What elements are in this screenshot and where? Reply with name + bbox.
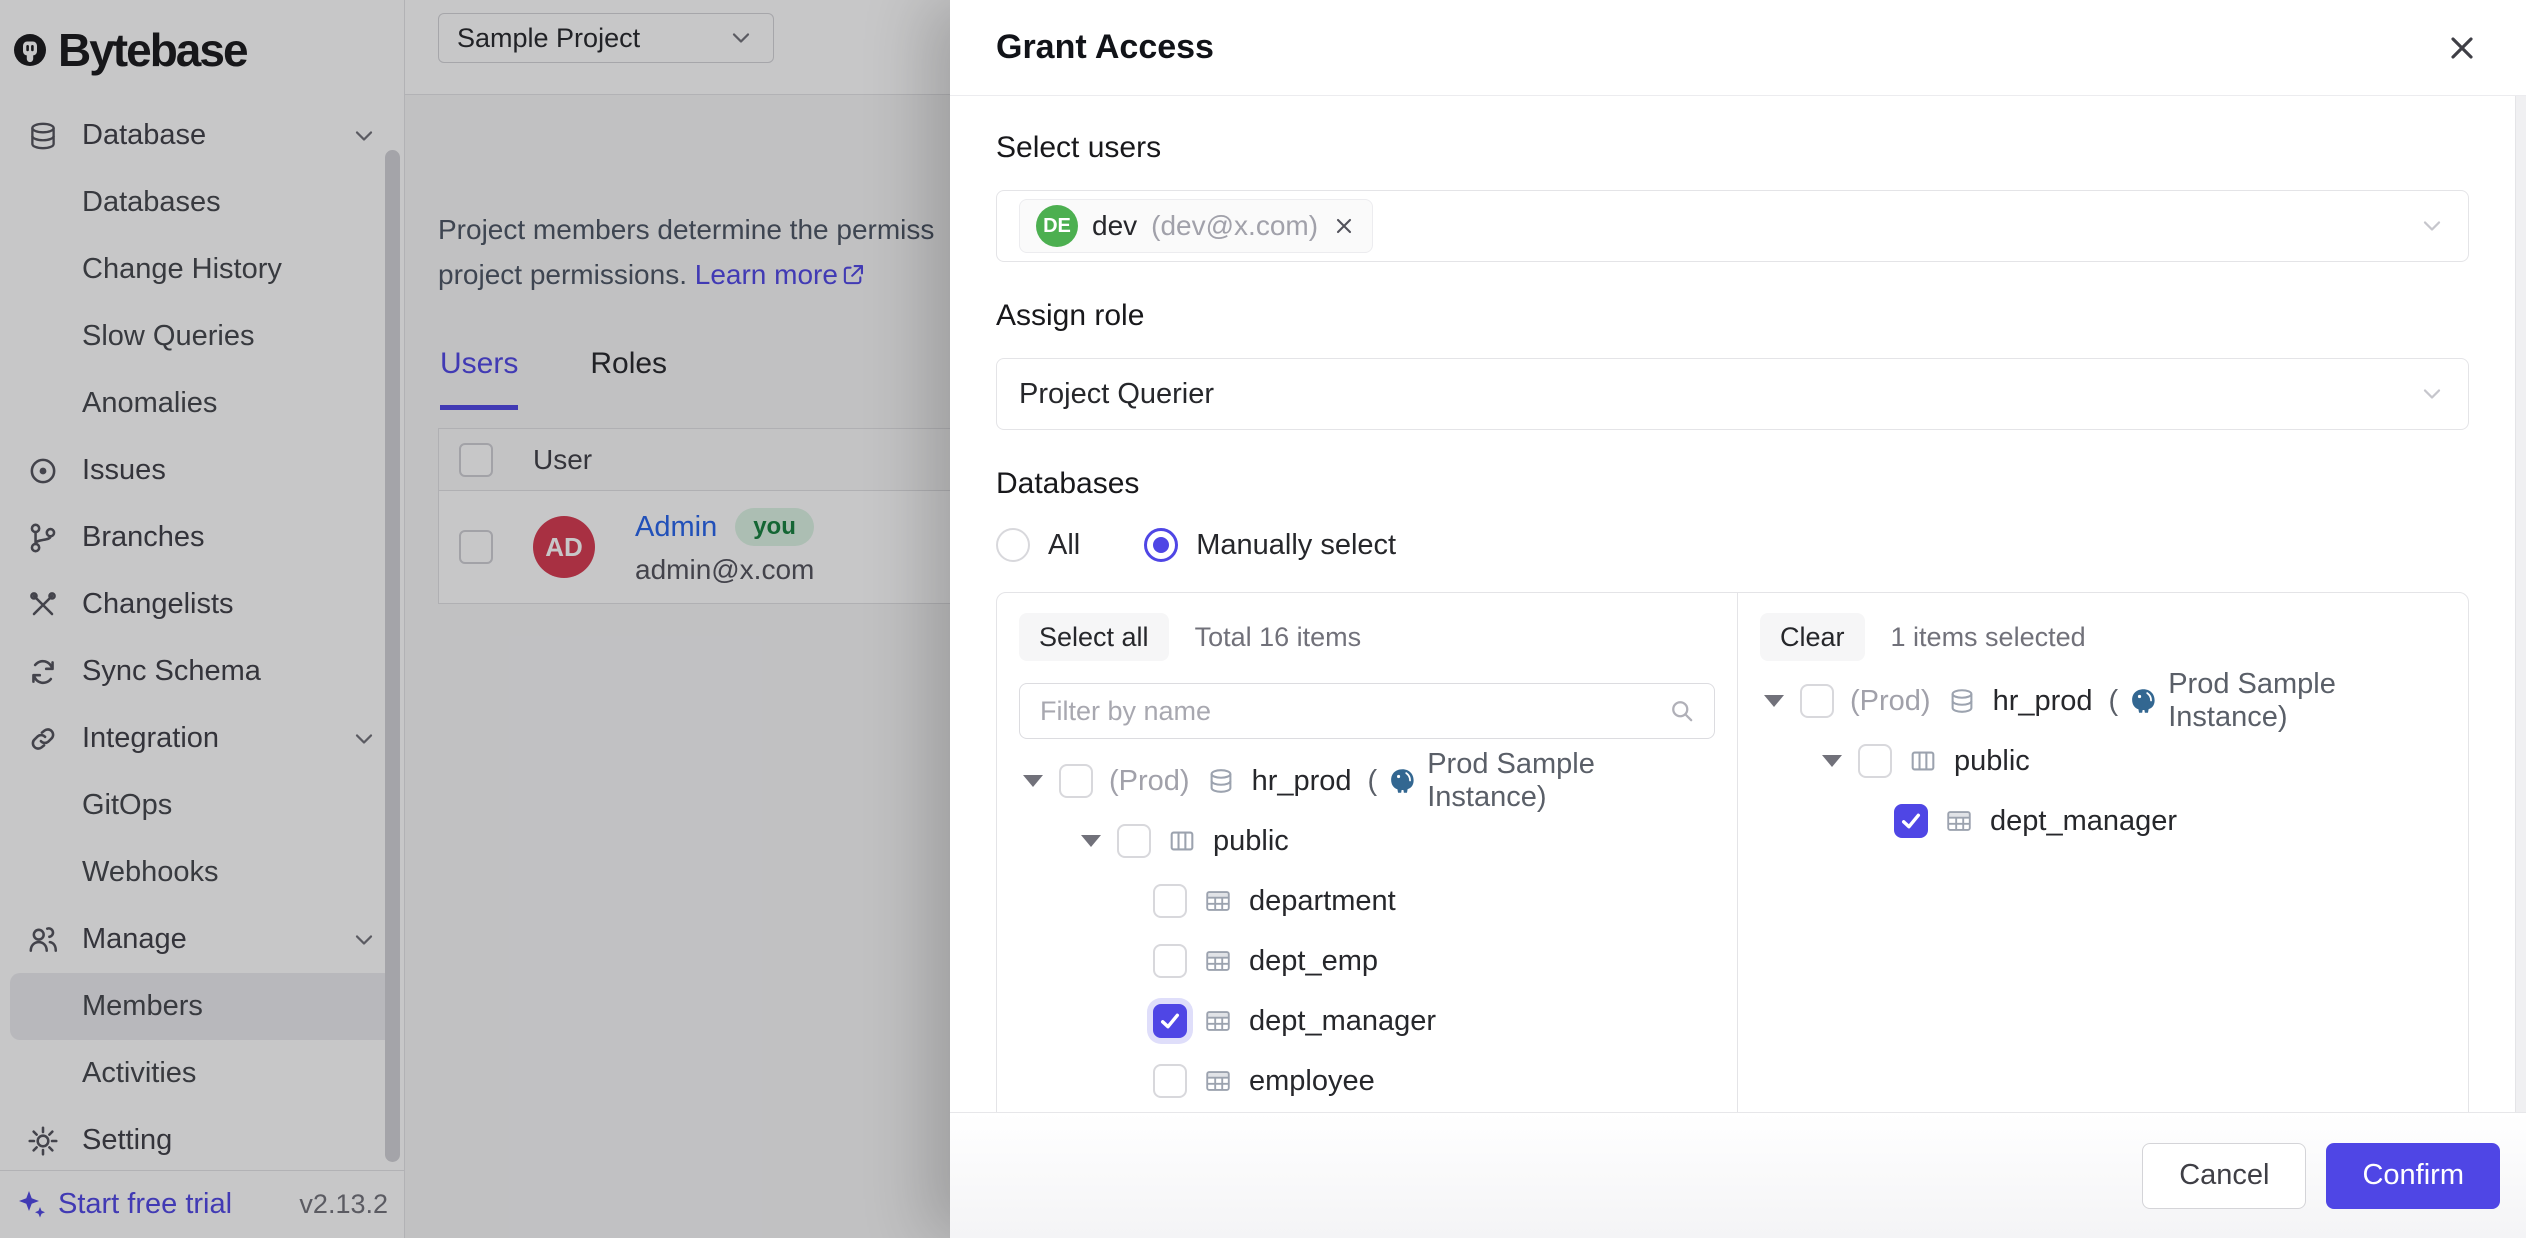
chevron-down-icon [2418,380,2446,408]
instance-name: Prod Sample Instance) [2168,668,2446,734]
tree-checkbox[interactable] [1153,944,1187,978]
paren: ( [2109,685,2119,718]
filter-input[interactable] [1038,695,1668,728]
modal-scrollbar[interactable] [2515,96,2526,1112]
radio-manual-label: Manually select [1196,529,1396,562]
tree-checkbox[interactable] [1858,744,1892,778]
tree-row-database[interactable]: (Prod) hr_prod ( Prod Sample Instance) [1019,751,1715,811]
clear-button[interactable]: Clear [1760,613,1865,661]
tree-row-schema[interactable]: public [1019,811,1715,871]
tree-row-database[interactable]: (Prod) hr_prod ( Prod Sample Instance) [1760,671,2446,731]
tree-row-table[interactable]: department [1019,871,1715,931]
role-select-value: Project Querier [1019,378,1214,411]
radio-all[interactable]: All [996,528,1080,562]
tree-expander-icon[interactable] [1023,775,1043,787]
radio-manually-select[interactable]: Manually select [1144,528,1396,562]
tree-checkbox[interactable] [1153,1064,1187,1098]
tree-checkbox-checked[interactable] [1153,1004,1187,1038]
modal-header: Grant Access [950,0,2526,96]
table-name: dept_emp [1249,945,1378,978]
database-transfer-panel: Select all Total 16 items (Prod) [996,592,2469,1192]
table-name: dept_manager [1990,805,2177,838]
tree-checkbox[interactable] [1117,824,1151,858]
source-pane: Select all Total 16 items (Prod) [997,593,1738,1191]
selected-pane: Clear 1 items selected (Prod) hr_prod ( [1738,593,2468,1191]
role-select[interactable]: Project Querier [996,358,2469,430]
schema-icon [1167,826,1197,856]
postgresql-icon [2128,686,2158,716]
table-icon [1203,946,1233,976]
database-scope-radios: All Manually select [996,528,2469,562]
tree-expander-icon[interactable] [1764,695,1784,707]
environment-tag: (Prod) [1850,685,1931,718]
cancel-button[interactable]: Cancel [2142,1143,2306,1209]
source-pane-header: Select all Total 16 items [1019,613,1715,661]
schema-icon [1908,746,1938,776]
check-icon [1157,1008,1183,1034]
app-root: Bytebase Database Databases Change Histo… [0,0,2526,1238]
table-name: dept_manager [1249,1005,1436,1038]
chip-remove-icon[interactable] [1332,214,1356,238]
instance-label: ( Prod Sample Instance) [1368,748,1715,814]
chevron-down-icon [2418,212,2446,240]
instance-name: Prod Sample Instance) [1427,748,1715,814]
user-chip: DE dev (dev@x.com) [1019,199,1373,253]
database-icon [1947,686,1977,716]
select-all-button[interactable]: Select all [1019,613,1169,661]
assign-role-label: Assign role [996,298,2469,334]
confirm-button[interactable]: Confirm [2326,1143,2500,1209]
tree-row-table[interactable]: employee [1019,1051,1715,1111]
table-name: employee [1249,1065,1375,1098]
tree-row-table[interactable]: dept_emp [1019,931,1715,991]
databases-label: Databases [996,466,2469,502]
radio-all-label: All [1048,529,1080,562]
total-count-label: Total 16 items [1195,622,1362,653]
tree-row-table[interactable]: dept_manager [1760,791,2446,851]
chip-avatar: DE [1036,205,1078,247]
tree-expander-icon[interactable] [1822,755,1842,767]
grant-access-modal: Grant Access Select users DE dev (dev@x.… [950,0,2526,1238]
source-tree: (Prod) hr_prod ( Prod Sample Instance) [1019,751,1715,1111]
selected-count-label: 1 items selected [1891,622,2086,653]
search-icon [1668,697,1696,725]
postgresql-icon [1387,766,1417,796]
select-users-label: Select users [996,130,2469,166]
instance-label: ( Prod Sample Instance) [2109,668,2446,734]
table-icon [1203,1066,1233,1096]
chip-user-email: (dev@x.com) [1151,210,1318,242]
check-icon [1898,808,1924,834]
tree-checkbox[interactable] [1800,684,1834,718]
schema-name: public [1954,745,2030,778]
selected-pane-header: Clear 1 items selected [1760,613,2446,661]
filter-field [1019,683,1715,739]
tree-expander-icon[interactable] [1081,835,1101,847]
paren: ( [1368,765,1378,798]
database-name: hr_prod [1252,765,1352,798]
tree-row-table[interactable]: dept_manager [1019,991,1715,1051]
database-name: hr_prod [1993,685,2093,718]
user-multiselect[interactable]: DE dev (dev@x.com) [996,190,2469,262]
tree-checkbox[interactable] [1153,884,1187,918]
table-icon [1203,886,1233,916]
schema-name: public [1213,825,1289,858]
radio-manual-control[interactable] [1144,528,1178,562]
modal-body: Select users DE dev (dev@x.com) Assign r… [950,96,2515,1238]
table-icon [1203,1006,1233,1036]
modal-title: Grant Access [996,28,1214,67]
table-icon [1944,806,1974,836]
tree-checkbox-checked[interactable] [1894,804,1928,838]
tree-checkbox[interactable] [1059,764,1093,798]
database-icon [1206,766,1236,796]
selected-tree: (Prod) hr_prod ( Prod Sample Instance) [1760,671,2446,851]
close-icon[interactable] [2444,30,2480,66]
radio-all-control[interactable] [996,528,1030,562]
chip-user-name: dev [1092,210,1137,242]
tree-row-schema[interactable]: public [1760,731,2446,791]
modal-footer: Cancel Confirm [950,1112,2526,1238]
environment-tag: (Prod) [1109,765,1190,798]
table-name: department [1249,885,1396,918]
